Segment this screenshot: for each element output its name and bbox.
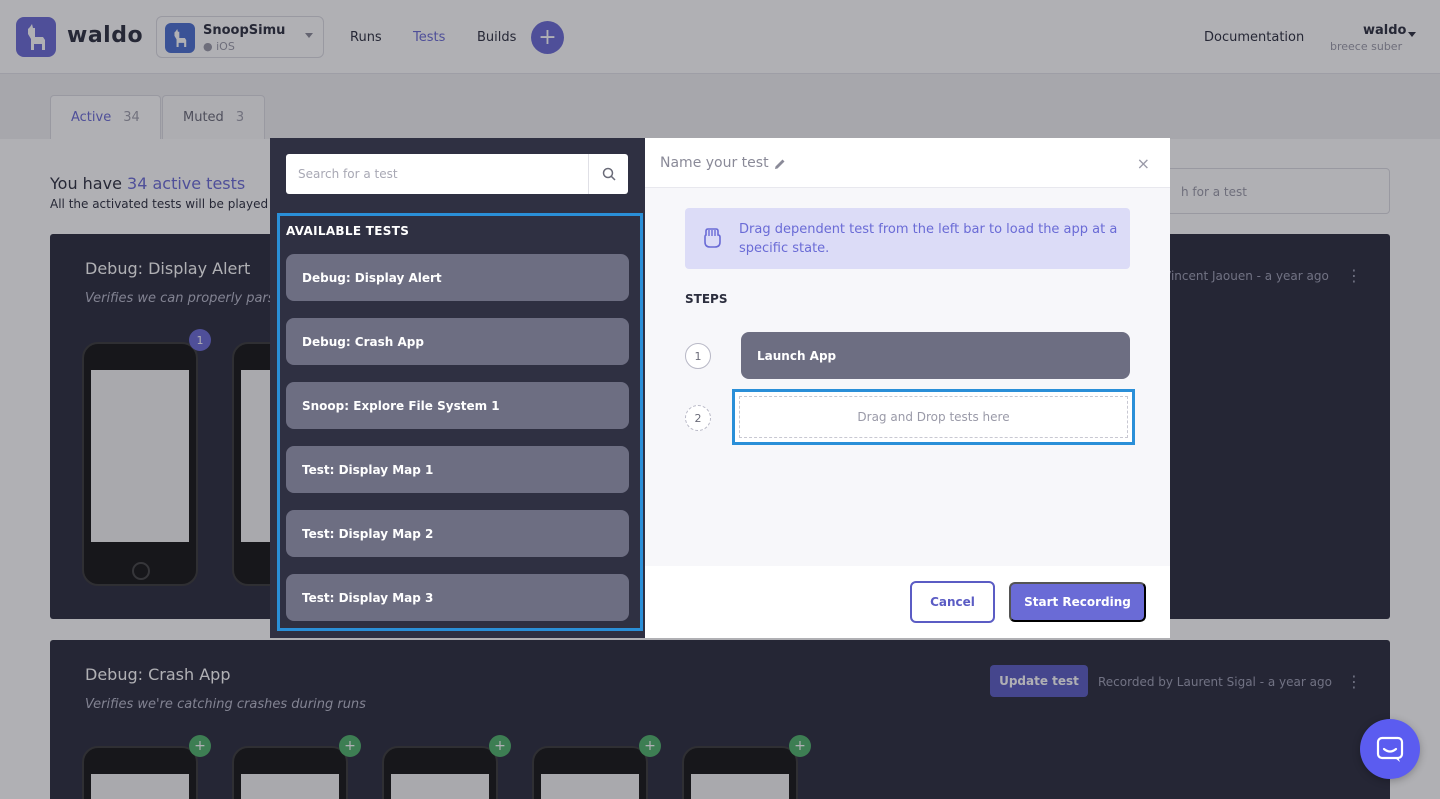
steps-panel: Drag dependent test from the left bar to… <box>645 188 1170 566</box>
step-number: 1 <box>685 343 711 369</box>
cancel-button[interactable]: Cancel <box>910 581 995 623</box>
test-name-row: Name your test × <box>645 138 1170 188</box>
available-test-item[interactable]: Test: Display Map 1 <box>286 446 629 493</box>
available-test-item[interactable]: Test: Display Map 2 <box>286 510 629 557</box>
hand-grab-icon <box>701 226 723 254</box>
search-icon[interactable] <box>588 154 628 194</box>
available-test-item[interactable]: Debug: Crash App <box>286 318 629 365</box>
pencil-icon[interactable] <box>773 156 787 175</box>
step-number: 2 <box>685 405 711 431</box>
steps-title: STEPS <box>685 292 728 306</box>
available-tests-title: AVAILABLE TESTS <box>286 224 410 238</box>
test-search-input[interactable] <box>286 154 588 194</box>
info-text: Drag dependent test from the left bar to… <box>739 222 1118 256</box>
test-name-field[interactable]: Name your test <box>660 155 769 171</box>
start-recording-button[interactable]: Start Recording <box>1009 582 1146 622</box>
step-launch-app[interactable]: Launch App <box>741 332 1130 379</box>
modal-test-builder: Name your test × Drag dependent test fro… <box>645 138 1170 638</box>
modal-test-library: AVAILABLE TESTS Debug: Display Alert Deb… <box>270 138 645 638</box>
info-banner: Drag dependent test from the left bar to… <box>685 208 1130 269</box>
available-tests-list: AVAILABLE TESTS Debug: Display Alert Deb… <box>277 213 643 631</box>
available-test-item[interactable]: Debug: Display Alert <box>286 254 629 301</box>
available-test-item[interactable]: Test: Display Map 3 <box>286 574 629 621</box>
drop-zone-label: Drag and Drop tests here <box>739 396 1128 438</box>
test-search <box>286 154 628 194</box>
close-icon[interactable]: × <box>1137 154 1150 173</box>
drop-zone[interactable]: Drag and Drop tests here <box>732 389 1135 445</box>
available-test-item[interactable]: Snoop: Explore File System 1 <box>286 382 629 429</box>
chat-icon[interactable] <box>1360 719 1420 779</box>
